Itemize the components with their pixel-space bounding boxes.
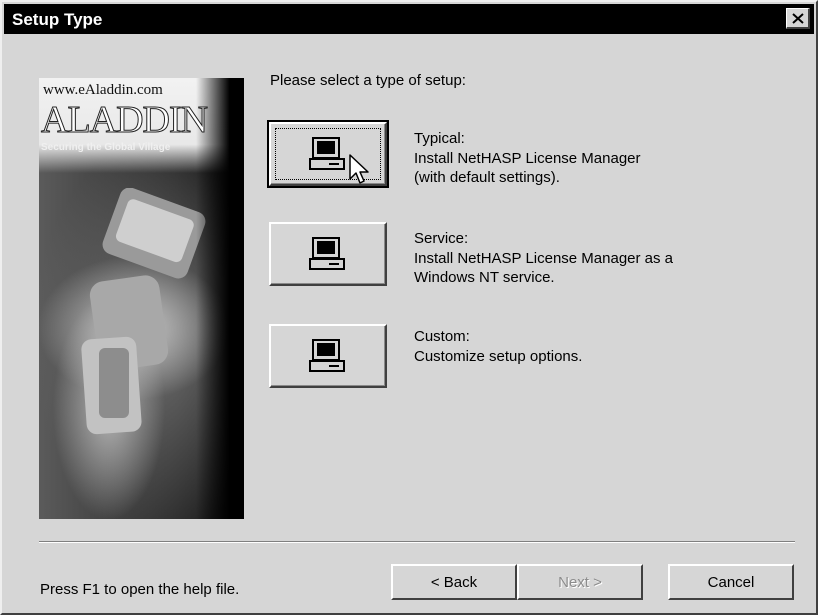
mouse-pointer-icon — [349, 154, 369, 184]
custom-setup-button[interactable] — [269, 324, 387, 388]
computer-icon — [309, 339, 345, 372]
setup-type-dialog: Setup Type www.eAladdin.com ALADDIN Secu… — [0, 0, 818, 615]
computer-icon — [309, 237, 345, 270]
title-bar[interactable]: Setup Type — [4, 4, 814, 34]
banner-tagline: Securing the Global Village — [41, 142, 171, 153]
banner-url: www.eAladdin.com — [43, 82, 163, 98]
cancel-button[interactable]: Cancel — [668, 564, 794, 600]
aladdin-banner-image: www.eAladdin.com ALADDIN Securing the Gl… — [39, 78, 244, 519]
computer-icon — [309, 137, 345, 170]
custom-title: Custom: — [414, 328, 470, 345]
close-button[interactable] — [786, 8, 810, 29]
typical-description: Install NetHASP License Manager (with de… — [414, 150, 641, 186]
service-title: Service: — [414, 230, 469, 247]
setup-type-prompt: Please select a type of setup: — [270, 72, 466, 89]
service-description: Install NetHASP License Manager as a Win… — [414, 250, 674, 286]
service-setup-button[interactable] — [269, 222, 387, 286]
window-title: Setup Type — [12, 10, 103, 29]
back-button[interactable]: < Back — [391, 564, 517, 600]
custom-description: Customize setup options. — [414, 348, 583, 365]
footer-separator — [39, 541, 795, 543]
typical-title: Typical: — [414, 130, 465, 147]
close-icon — [791, 12, 804, 24]
next-button[interactable]: Next > — [517, 564, 643, 600]
aladdin-logo: ALADDIN — [40, 99, 208, 142]
help-hint: Press F1 to open the help file. — [40, 581, 240, 598]
